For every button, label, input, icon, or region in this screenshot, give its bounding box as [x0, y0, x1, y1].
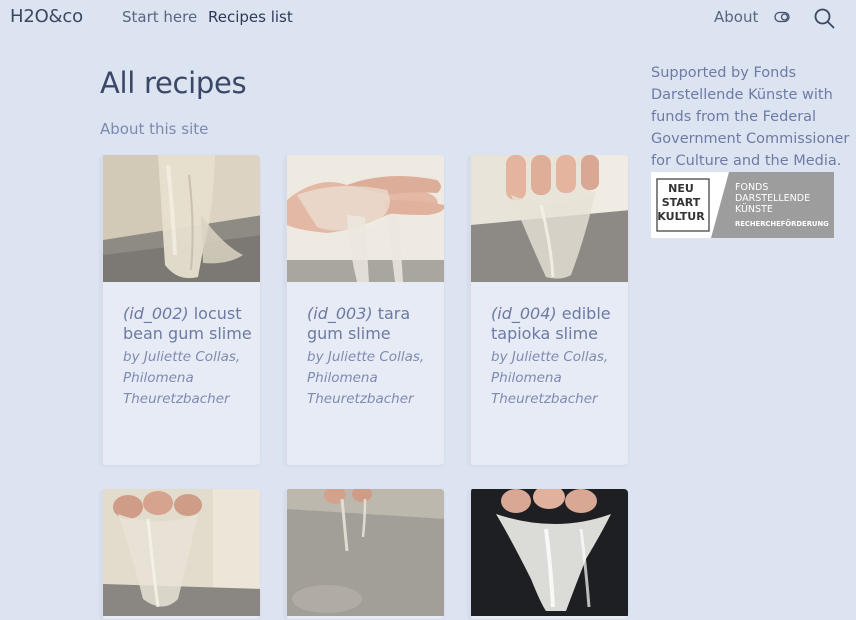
recipe-card[interactable] — [468, 489, 628, 619]
recipe-authors: by Juliette Collas, Philomena Theuretzba… — [491, 349, 609, 407]
recipe-image-tapioka[interactable] — [471, 155, 628, 282]
sponsor-text: Supported by Fonds Darstellende Künste w… — [651, 65, 850, 169]
logo-fonds: FONDS — [735, 182, 768, 193]
recipe-image[interactable] — [471, 489, 628, 616]
recipe-image-locust-bean-gum[interactable] — [103, 155, 260, 282]
recipe-title[interactable]: (id_003) tara gum slime — [307, 304, 437, 344]
recipe-image-tara-gum[interactable] — [287, 155, 444, 282]
recipe-card[interactable]: (id_004) edible tapioka slime by Juliett… — [468, 155, 628, 465]
brand-logo-link[interactable]: H2O&co — [10, 6, 83, 27]
nav-start-here[interactable]: Start here — [122, 8, 197, 26]
recipe-id: (id_003) — [307, 304, 373, 323]
recipe-card[interactable] — [284, 489, 444, 619]
recipe-card[interactable]: (id_002) locust bean gum slime by Juliet… — [100, 155, 260, 465]
nav-about[interactable]: About — [714, 8, 758, 26]
recipe-authors: by Juliette Collas, Philomena Theuretzba… — [307, 349, 425, 407]
page-title: All recipes — [100, 66, 247, 100]
search-icon[interactable] — [813, 7, 835, 29]
logo-kuenste: KÜNSTE — [735, 204, 773, 215]
recipe-id: (id_002) — [123, 304, 189, 323]
about-site-link[interactable]: About this site — [100, 120, 208, 138]
recipe-card[interactable] — [100, 489, 260, 619]
recipe-title[interactable]: (id_004) edible tapioka slime — [491, 304, 621, 344]
recipe-card-body: (id_004) edible tapioka slime by Juliett… — [491, 304, 621, 410]
logo-line3: KULTUR — [657, 210, 705, 223]
recipe-card[interactable]: (id_003) tara gum slime by Juliette Coll… — [284, 155, 444, 465]
logo-recherchefoerderung: RECHERCHEFÖRDERUNG — [735, 219, 829, 228]
logo-line2: START — [662, 196, 701, 209]
recipe-id: (id_004) — [491, 304, 557, 323]
logo-line1: NEU — [668, 182, 694, 195]
recipe-title[interactable]: (id_002) locust bean gum slime — [123, 304, 253, 344]
recipe-card-body: (id_003) tara gum slime by Juliette Coll… — [307, 304, 437, 410]
recipe-image[interactable] — [287, 489, 444, 616]
recipe-authors: by Juliette Collas, Philomena Theuretzba… — [123, 349, 241, 407]
logo-darstellende: DARSTELLENDE — [735, 193, 810, 204]
top-navigation-bar: H2O&co Start here Recipes list About — [0, 0, 856, 36]
nav-recipes-list[interactable]: Recipes list — [208, 8, 293, 26]
recipe-card-body: (id_002) locust bean gum slime by Juliet… — [123, 304, 253, 410]
theme-toggle-icon[interactable] — [774, 11, 790, 23]
neustart-kultur-logo[interactable]: NEU START KULTUR FONDS DARSTELLENDE KÜNS… — [651, 172, 834, 238]
recipe-image[interactable] — [103, 489, 260, 616]
